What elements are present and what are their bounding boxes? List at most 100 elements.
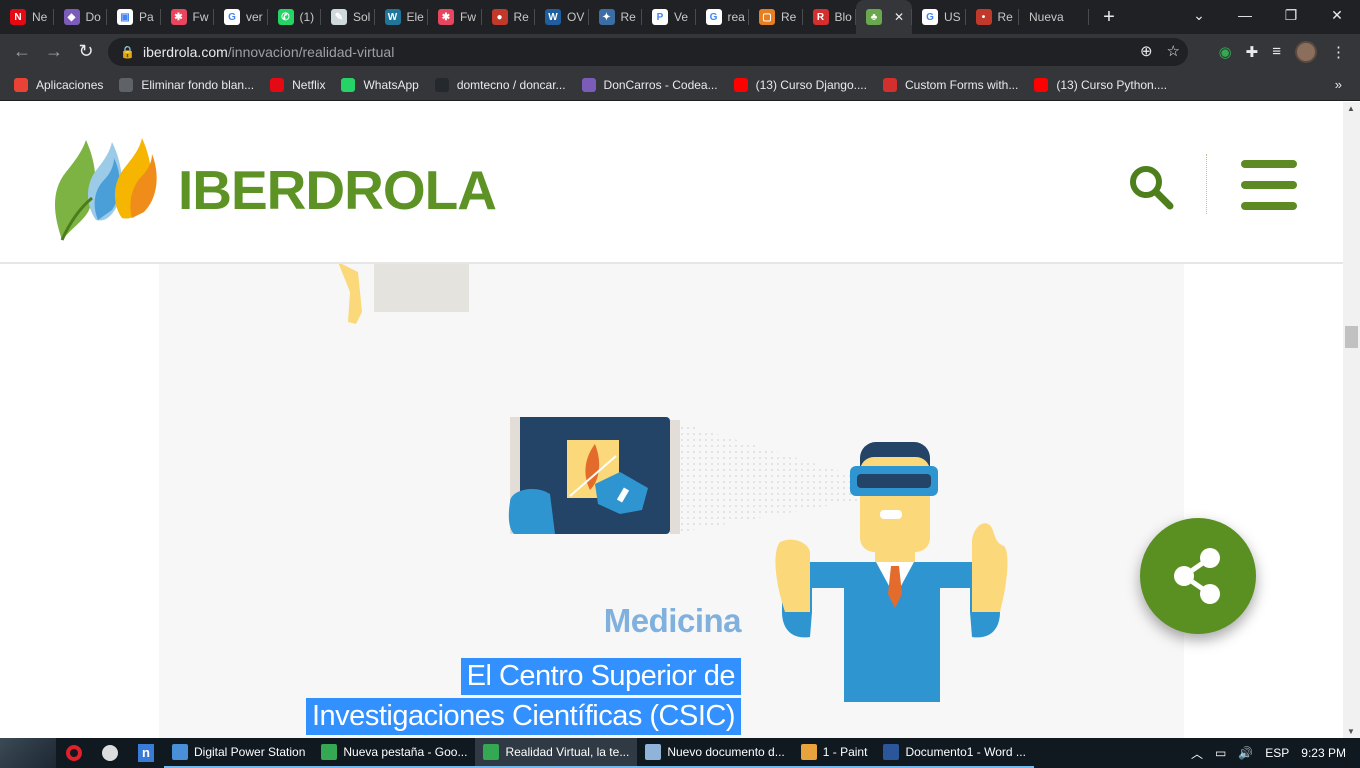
bookmark-item[interactable]: DonCarros - Codea... [581, 77, 718, 92]
header-divider [1206, 154, 1207, 214]
doc-icon: ✎ [331, 9, 347, 25]
reload-icon[interactable]: ↻ [70, 41, 102, 62]
lock-icon[interactable]: 🔒 [120, 45, 135, 59]
close-window-button[interactable]: ✕ [1314, 7, 1360, 24]
volume-icon[interactable]: 🔊 [1238, 746, 1253, 760]
network-icon[interactable]: ▭ [1215, 746, 1226, 760]
bookmarks-overflow-icon[interactable]: » [1335, 77, 1342, 92]
fw-icon: ✱ [170, 9, 187, 25]
bookmark-item[interactable]: Netflix [270, 77, 326, 92]
tray-overflow-icon[interactable]: ︿ [1191, 745, 1203, 762]
close-tab-icon[interactable]: ✕ [894, 10, 904, 24]
bookmark-item[interactable]: WhatsApp [341, 77, 419, 92]
iberdrola-logo-icon[interactable] [48, 136, 168, 242]
browser-tab[interactable]: ✎ Sol [321, 0, 375, 34]
taskbar-app[interactable]: Digital Power Station [164, 738, 314, 768]
search-icon[interactable] [1128, 164, 1176, 210]
browser-tab[interactable]: • Re [966, 0, 1020, 34]
share-icon [1174, 548, 1220, 604]
language-indicator[interactable]: ESP [1265, 746, 1289, 760]
browser-tab[interactable]: N Ne [0, 0, 54, 34]
browser-tab[interactable]: ✱ Fw [161, 0, 215, 34]
taskbar-app[interactable]: Nuevo documento d... [637, 738, 793, 768]
bookmark-item[interactable]: Aplicaciones [14, 77, 103, 92]
browser-tab[interactable]: W Ele [375, 0, 429, 34]
scrollbar-thumb[interactable] [1345, 326, 1358, 348]
start-button[interactable] [0, 738, 56, 768]
profile-avatar[interactable] [1295, 40, 1317, 63]
browser-tab[interactable]: ▢ Re [749, 0, 803, 34]
power-station-icon [172, 744, 188, 760]
gear-icon: ✦ [598, 9, 615, 25]
browser-tab[interactable]: Nueva [1019, 0, 1089, 34]
extension-icon[interactable]: ◉ [1219, 43, 1232, 61]
bookmark-item[interactable]: domtecno / doncar... [434, 77, 566, 92]
scroll-down-arrow-icon[interactable]: ▼ [1347, 727, 1355, 736]
window-controls: ⌄ — ❐ ✕ [1176, 0, 1360, 30]
opera-icon[interactable] [56, 738, 92, 768]
steam-icon[interactable] [92, 738, 128, 768]
notepad-icon [645, 744, 662, 760]
bookmark-item[interactable]: (13) Curso Python.... [1034, 77, 1167, 92]
forward-arrow-icon[interactable]: → [38, 41, 70, 62]
browser-tab[interactable]: P Ve [642, 0, 696, 34]
app-n-icon[interactable]: n [128, 738, 164, 768]
tab-label: Pa [139, 10, 154, 24]
browser-tab[interactable]: ● Re [482, 0, 536, 34]
bookmark-label: Netflix [292, 77, 326, 92]
share-button[interactable] [1140, 518, 1256, 634]
cube-icon [581, 77, 596, 92]
browser-tab[interactable]: ◆ Do [54, 0, 108, 34]
restore-button[interactable]: ❐ [1268, 7, 1314, 24]
tab-label: US [944, 10, 961, 24]
browser-tab[interactable]: R Blo [803, 0, 857, 34]
tab-label: Ele [406, 10, 424, 24]
bookmark-star-icon[interactable]: ☆ [1167, 42, 1180, 60]
zoom-icon[interactable]: ⊕ [1140, 42, 1153, 60]
tab-label: Re [513, 10, 529, 24]
tab-label: Fw [460, 10, 476, 24]
browser-tab[interactable]: ✦ Re [589, 0, 643, 34]
browser-tab[interactable]: ♣ ✕ [856, 0, 912, 34]
taskbar-app-label: Digital Power Station [194, 745, 306, 759]
puzzle-extensions-icon[interactable]: ✚ [1246, 43, 1259, 61]
tab-search-icon[interactable]: ⌄ [1176, 7, 1222, 24]
minimize-button[interactable]: — [1222, 7, 1268, 23]
taskbar-app[interactable]: Nueva pestaña - Goo... [313, 738, 476, 768]
section-title: Medicina [603, 602, 742, 639]
apps-grid-icon [14, 77, 28, 92]
new-tab-button[interactable]: + [1089, 6, 1129, 29]
taskbar-app-label: 1 - Paint [822, 745, 868, 759]
tab-label: Nueva [1029, 10, 1064, 24]
browser-tab[interactable]: ▣ Pa [107, 0, 161, 34]
chrome-icon [483, 744, 500, 760]
back-arrow-icon[interactable]: ← [6, 41, 38, 62]
github-icon [434, 77, 449, 92]
page-scrollbar[interactable]: ▲ ▼ [1343, 102, 1360, 738]
bookmark-item[interactable]: Eliminar fondo blan... [119, 77, 254, 92]
browser-tab[interactable]: Gver [214, 0, 268, 34]
youtube-icon [733, 77, 748, 92]
media-control-icon[interactable]: ≡ [1272, 43, 1281, 60]
taskbar-app[interactable]: Documento1 - Word ... [875, 738, 1034, 768]
page-icon: ▣ [117, 9, 133, 25]
chrome-menu-icon[interactable]: ⋮ [1331, 43, 1346, 61]
bookmark-item[interactable]: Custom Forms with... [882, 77, 1018, 92]
browser-tab[interactable]: ✱ Fw [428, 0, 482, 34]
browser-tab[interactable]: ✆ (1) [268, 0, 322, 34]
taskbar-app[interactable]: 1 - Paint [792, 738, 876, 768]
browser-tab[interactable]: W OV [535, 0, 589, 34]
tab-label: OV [567, 10, 585, 24]
tab-label: Ne [32, 10, 48, 24]
google-icon: G [705, 9, 722, 25]
tab-label: Ve [674, 10, 689, 24]
browser-tab[interactable]: G US [912, 0, 966, 34]
taskbar-app[interactable]: Realidad Virtual, la te... [475, 738, 638, 768]
clock[interactable]: 9:23 PM [1301, 746, 1346, 760]
address-bar[interactable]: 🔒 iberdrola.com /innovacion/realidad-vir… [108, 38, 1188, 66]
bookmark-item[interactable]: (13) Curso Django.... [733, 77, 867, 92]
hamburger-menu-icon[interactable] [1241, 160, 1297, 223]
iberdrola-wordmark[interactable]: IBERDROLA [178, 158, 497, 222]
scroll-up-arrow-icon[interactable]: ▲ [1347, 104, 1355, 113]
browser-tab[interactable]: Grea [696, 0, 750, 34]
